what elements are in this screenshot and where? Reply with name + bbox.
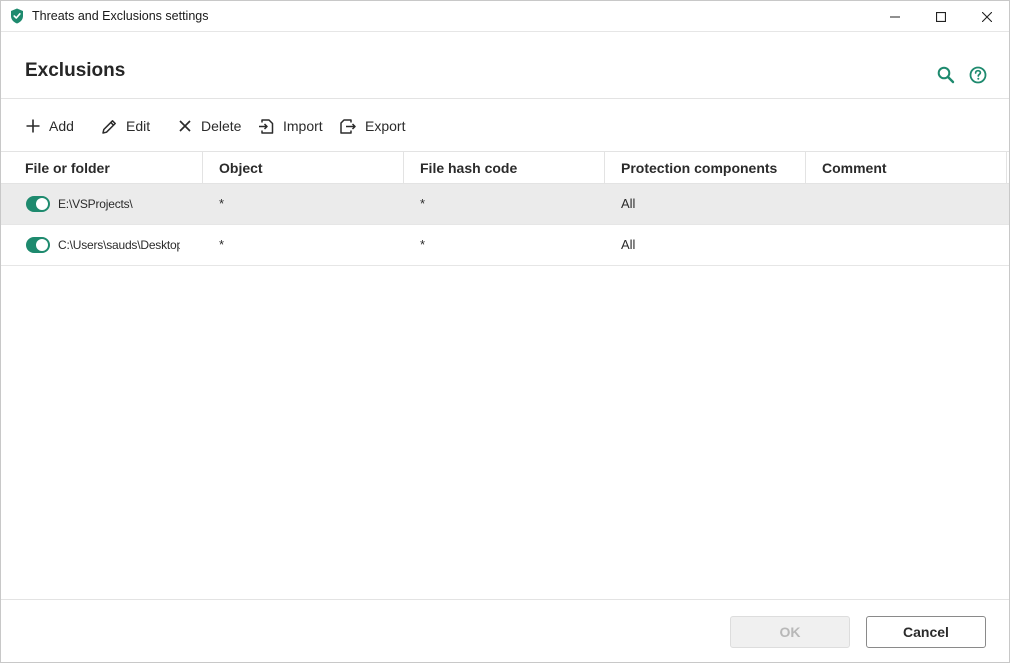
- column-header-object[interactable]: Object: [203, 152, 404, 184]
- page-header: Exclusions: [1, 32, 1009, 99]
- row-hash: *: [420, 196, 426, 211]
- help-icon: [969, 66, 987, 84]
- table-row[interactable]: C:\Users\sauds\Desktop * * All: [1, 225, 1009, 266]
- import-label: Import: [283, 118, 323, 134]
- exclusion-toggle[interactable]: [26, 196, 50, 212]
- cancel-button[interactable]: Cancel: [866, 616, 986, 648]
- column-header-protection-components[interactable]: Protection components: [605, 152, 806, 184]
- row-comment: [806, 225, 1007, 265]
- add-label: Add: [49, 118, 74, 134]
- row-path: E:\VSProjects\: [58, 197, 133, 211]
- row-hash: *: [420, 237, 426, 252]
- column-header-file-hash[interactable]: File hash code: [404, 152, 605, 184]
- shield-icon: [10, 8, 24, 24]
- import-button[interactable]: Import: [258, 116, 323, 136]
- row-path: C:\Users\sauds\Desktop: [58, 238, 180, 252]
- delete-label: Delete: [201, 118, 242, 134]
- exclusion-toggle[interactable]: [26, 237, 50, 253]
- search-icon: [937, 66, 955, 84]
- edit-label: Edit: [126, 118, 151, 134]
- edit-button[interactable]: Edit: [101, 116, 150, 136]
- close-icon: [982, 11, 992, 22]
- pencil-icon: [102, 119, 116, 134]
- close-button[interactable]: [964, 1, 1010, 32]
- row-components: All: [621, 196, 636, 211]
- plus-icon: [26, 119, 40, 133]
- toolbar: Add Edit Delete Import Export: [1, 100, 1009, 151]
- maximize-button[interactable]: [918, 1, 964, 32]
- maximize-icon: [936, 11, 946, 22]
- dialog-footer: OK Cancel: [1, 599, 1009, 662]
- row-object: *: [219, 196, 225, 211]
- export-icon: [340, 118, 356, 134]
- add-button[interactable]: Add: [25, 116, 74, 136]
- row-comment: [806, 184, 1007, 224]
- minimize-button[interactable]: [872, 1, 918, 32]
- column-header-comment[interactable]: Comment: [806, 152, 1007, 184]
- export-button[interactable]: Export: [340, 116, 405, 136]
- help-button[interactable]: [968, 65, 988, 85]
- row-components: All: [621, 237, 636, 252]
- table-row[interactable]: E:\VSProjects\ * * All: [1, 184, 1009, 225]
- page-title: Exclusions: [25, 60, 126, 81]
- window-title: Threats and Exclusions settings: [32, 9, 209, 23]
- minimize-icon: [890, 16, 900, 17]
- row-object: *: [219, 237, 225, 252]
- import-icon: [259, 118, 274, 134]
- title-bar[interactable]: Threats and Exclusions settings: [1, 1, 1009, 32]
- exclusions-table: File or folder Object File hash code Pro…: [1, 151, 1009, 266]
- ok-button[interactable]: OK: [730, 616, 850, 648]
- settings-window: Threats and Exclusions settings Exclusio…: [0, 0, 1010, 663]
- x-icon: [179, 120, 191, 132]
- table-header: File or folder Object File hash code Pro…: [1, 151, 1009, 184]
- export-label: Export: [365, 118, 406, 134]
- column-header-file-or-folder[interactable]: File or folder: [1, 152, 203, 184]
- delete-button[interactable]: Delete: [177, 116, 241, 136]
- search-button[interactable]: [936, 65, 956, 85]
